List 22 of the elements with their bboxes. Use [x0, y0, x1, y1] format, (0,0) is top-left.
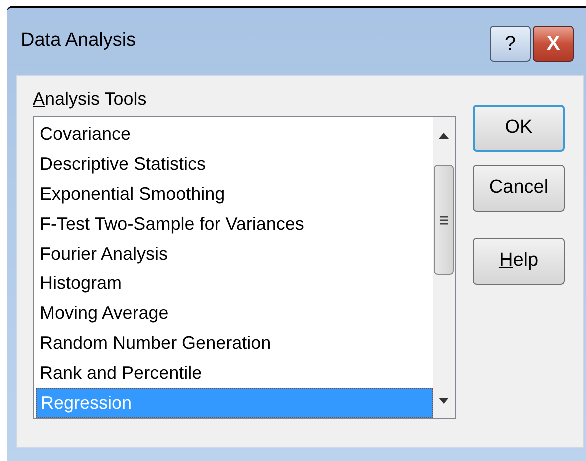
list-item[interactable]: Rank and Percentile — [36, 358, 433, 388]
help-button[interactable]: ? — [490, 26, 531, 62]
list-item[interactable]: Covariance — [36, 120, 433, 150]
list-label: Analysis Tools — [33, 88, 148, 110]
window-title: Data Analysis — [21, 29, 136, 54]
scroll-up-icon[interactable] — [439, 133, 449, 139]
list-item[interactable]: Random Number Generation — [36, 328, 433, 358]
list-item[interactable]: Exponential Smoothing — [36, 180, 433, 210]
close-button[interactable]: X — [533, 26, 574, 62]
list-item[interactable]: Moving Average — [36, 298, 433, 329]
dialog-button[interactable]: Help — [473, 238, 565, 285]
scrollbar[interactable] — [433, 117, 455, 418]
scroll-down-icon[interactable] — [439, 398, 449, 404]
list-item[interactable]: Fourier Analysis — [36, 239, 433, 269]
scroll-thumb[interactable] — [434, 165, 454, 275]
list-item[interactable]: F-Test Two-Sample for Variances — [36, 209, 433, 240]
list-item[interactable]: Descriptive Statistics — [36, 150, 433, 180]
tools-list[interactable]: Covariance Descriptive Statistics Exponential Smoothing F-Test Two-Sample for Variances Fourier Analysis Histogram Moving Average Random Number Generation Rank and Percentile Regression — [33, 116, 456, 419]
dialog-button[interactable]: Cancel — [473, 165, 565, 212]
grip-icon — [440, 216, 448, 224]
dialog-button[interactable]: OK — [473, 105, 565, 152]
list-item[interactable]: Histogram — [36, 268, 433, 299]
